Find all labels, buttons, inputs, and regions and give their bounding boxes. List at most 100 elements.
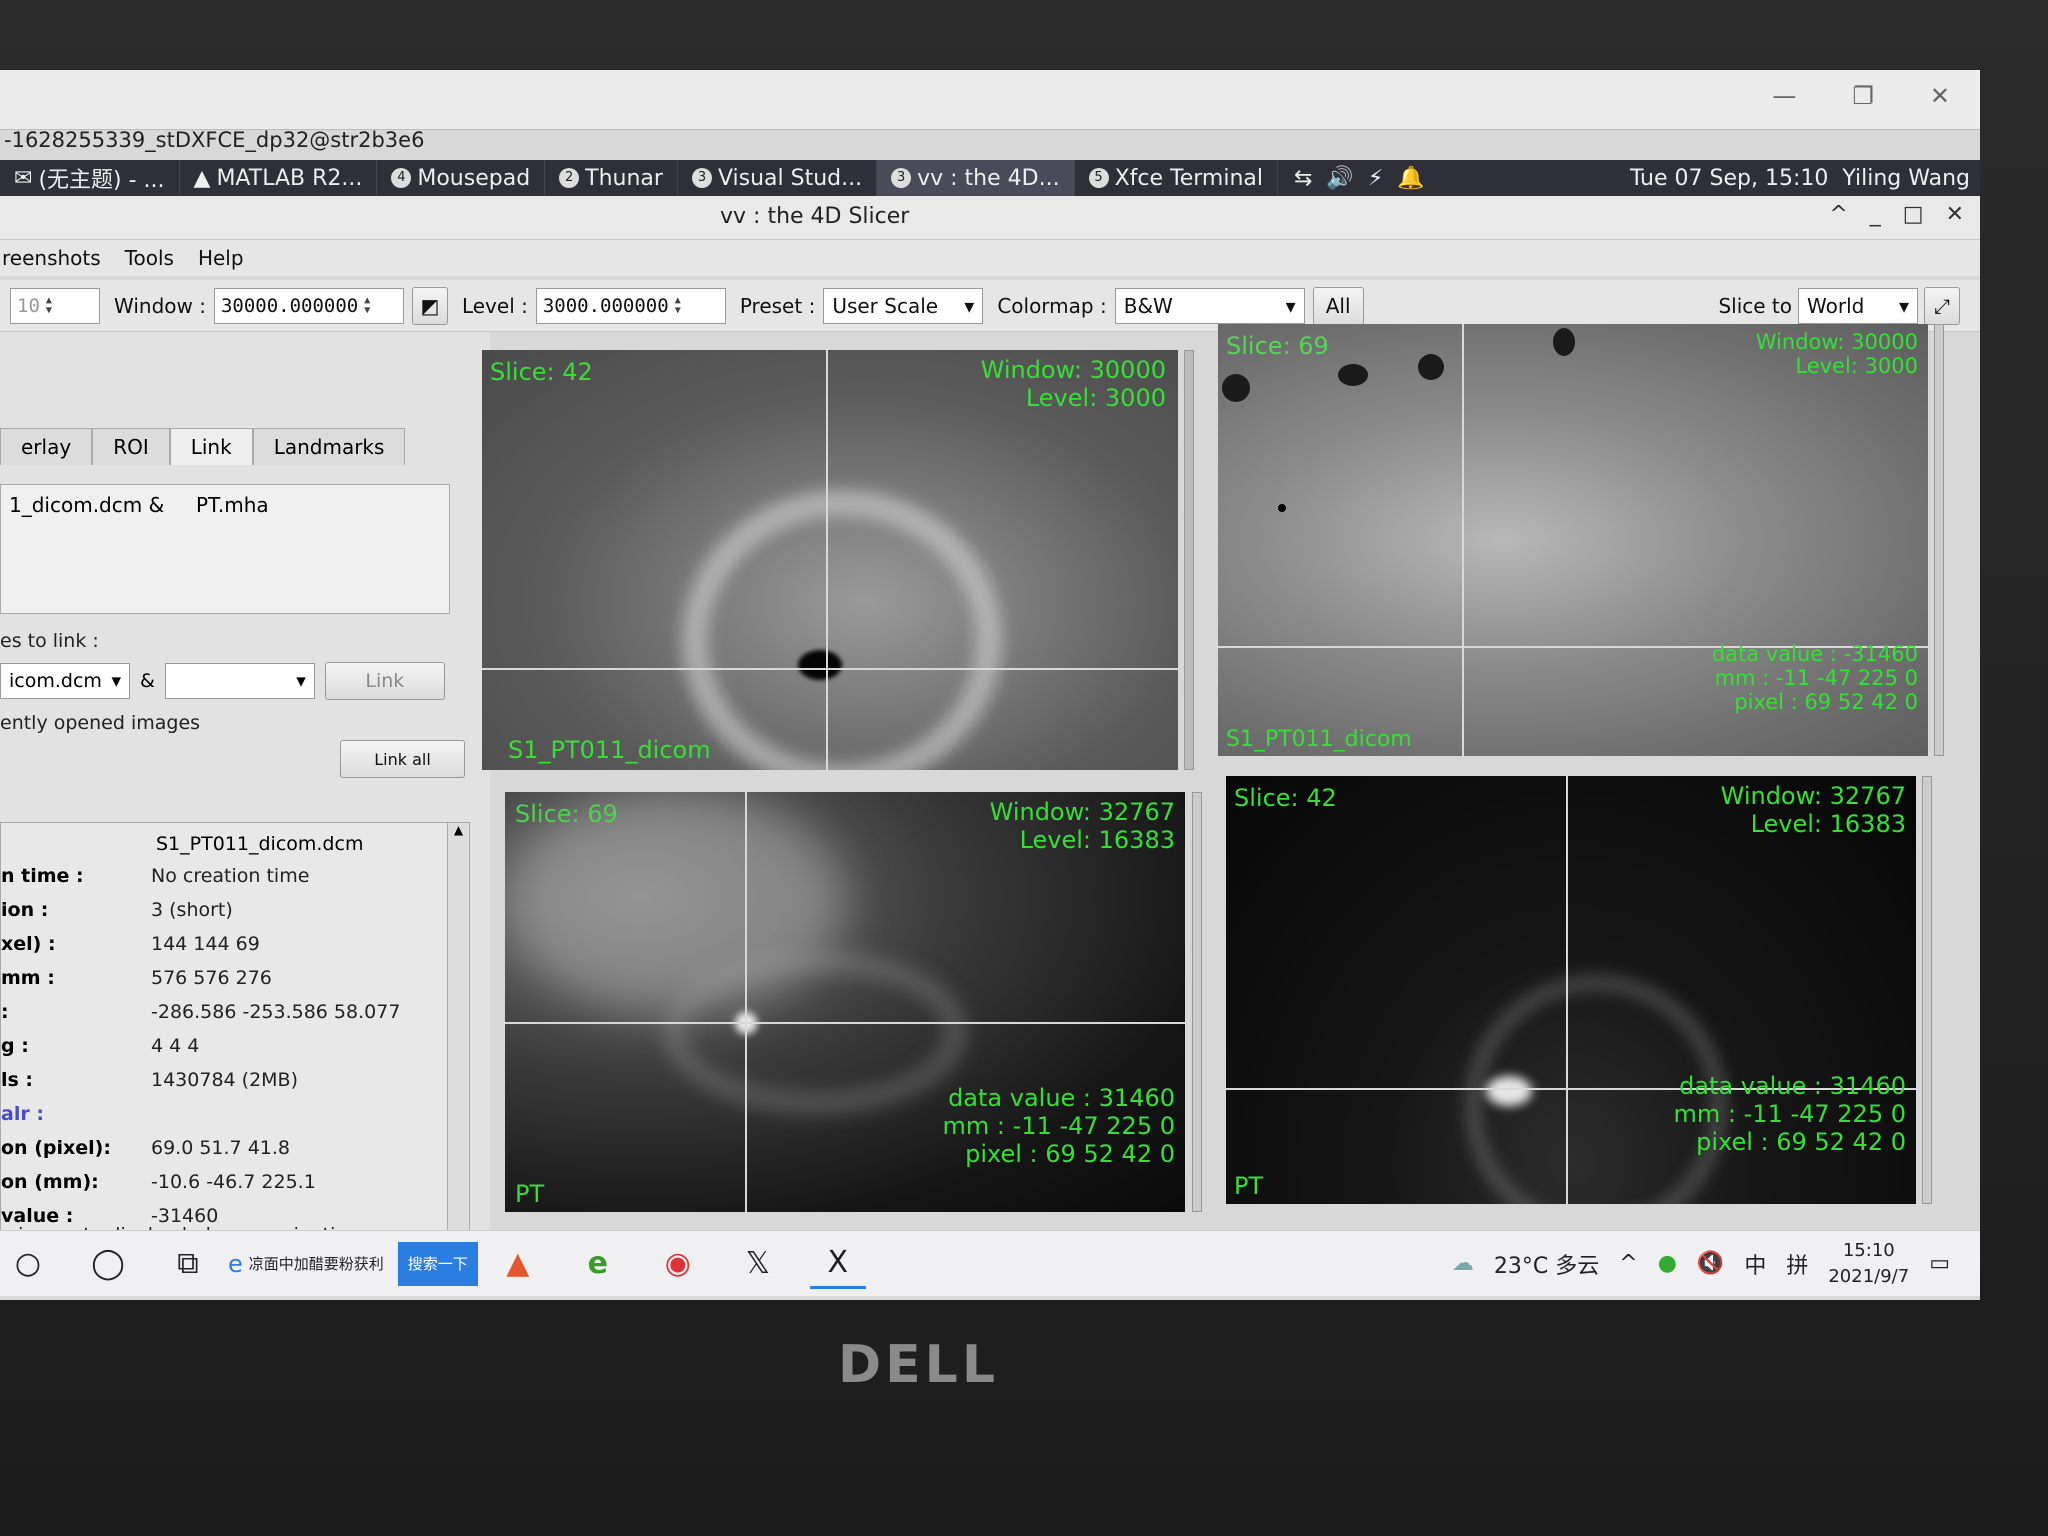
task-vv[interactable]: 3 vv : the 4D... bbox=[877, 160, 1075, 196]
app-tray-icon[interactable]: ● bbox=[1658, 1251, 1677, 1276]
weather-text[interactable]: 23°C 多云 bbox=[1494, 1248, 1599, 1280]
viewer-bottom-right[interactable]: Slice: 42 Window: 32767 Level: 16383 dat… bbox=[1226, 776, 1916, 1204]
tab-landmarks[interactable]: Landmarks bbox=[252, 428, 406, 465]
info-value: 144 144 69 bbox=[151, 933, 260, 955]
body-outline bbox=[682, 490, 1002, 770]
chrome-icon[interactable]: ◉ bbox=[650, 1239, 706, 1289]
brand-logo: DELL bbox=[838, 1335, 999, 1395]
task-mail[interactable]: ✉ (无主题) - ... bbox=[0, 160, 180, 196]
spin-arrows-icon[interactable]: ▲ ▼ bbox=[675, 295, 681, 316]
restore-icon[interactable]: □ bbox=[1903, 202, 1924, 227]
chevron-down-icon: ▾ bbox=[1285, 293, 1296, 318]
level-spinbox[interactable]: 3000.000000 ▲ ▼ bbox=[535, 287, 726, 324]
maximize-up-icon[interactable]: ^ bbox=[1829, 202, 1847, 227]
xfce-clock[interactable]: Tue 07 Sep, 15:10 Yiling Wang bbox=[1630, 166, 1980, 191]
search-suggestion[interactable]: e 凉面中加醋要粉获利 bbox=[228, 1250, 384, 1278]
task-mousepad[interactable]: 4 Mousepad bbox=[377, 160, 546, 196]
info-scrollbar[interactable]: ▲ ▼ bbox=[447, 823, 469, 1261]
minimize-icon[interactable]: _ bbox=[1870, 202, 1881, 227]
slice-spinbox[interactable]: 10 ▲ ▼ bbox=[10, 287, 100, 324]
task-visual-studio[interactable]: 3 Visual Stud... bbox=[678, 160, 878, 196]
chevron-up-icon[interactable]: ^ bbox=[1619, 1251, 1637, 1276]
task-view-icon[interactable]: ⧉ bbox=[160, 1239, 216, 1289]
close-icon[interactable]: ✕ bbox=[1946, 202, 1964, 227]
info-row: on (pixel): 69.0 51.7 41.8 bbox=[1, 1131, 469, 1165]
window-level-label: Window: 30000 Level: 3000 bbox=[981, 356, 1166, 412]
xming-icon[interactable]: 𝕏 bbox=[730, 1239, 786, 1289]
linked-images-list[interactable]: 1_dicom.dcm & PT.mha bbox=[0, 484, 450, 614]
all-button[interactable]: All bbox=[1312, 286, 1364, 325]
info-key: g : bbox=[1, 1035, 29, 1057]
slice-slider-top-left[interactable] bbox=[1184, 350, 1194, 770]
power-icon[interactable]: ⚡ bbox=[1368, 166, 1383, 191]
preset-value: User Scale bbox=[832, 293, 939, 318]
spin-arrows-icon[interactable]: ▲ ▼ bbox=[364, 295, 370, 316]
slice-slider-bottom-right[interactable] bbox=[1922, 776, 1932, 1204]
slice-label: Slice: 69 bbox=[1226, 332, 1329, 360]
task-terminal[interactable]: 5 Xfce Terminal bbox=[1075, 160, 1278, 196]
ime-indicator[interactable]: 中 bbox=[1744, 1248, 1766, 1280]
task-matlab[interactable]: ▲ MATLAB R2... bbox=[180, 160, 378, 196]
level-readout: Level: 16383 bbox=[1019, 826, 1175, 854]
user-name: Yiling Wang bbox=[1842, 165, 1970, 191]
task-thunar[interactable]: 2 Thunar bbox=[545, 160, 678, 196]
level-label: Level : bbox=[461, 293, 528, 318]
link-button[interactable]: Link bbox=[324, 662, 445, 700]
link-image-b-select[interactable]: ▾ bbox=[164, 663, 315, 699]
window-readout: Window: 30000 bbox=[1755, 330, 1918, 354]
info-value: 69.0 51.7 41.8 bbox=[151, 1137, 290, 1159]
window-level-label: Window: 32767 Level: 16383 bbox=[990, 798, 1175, 854]
notification-center-icon[interactable]: ▭ bbox=[1929, 1251, 1950, 1276]
ie-icon: e bbox=[228, 1249, 243, 1278]
chevron-down-icon: ▾ bbox=[296, 670, 306, 692]
image-name-label: PT bbox=[1234, 1172, 1264, 1200]
tab-link[interactable]: Link bbox=[169, 428, 253, 465]
info-key: on (mm): bbox=[1, 1171, 99, 1193]
task-label: Mousepad bbox=[417, 165, 531, 191]
tab-overlay[interactable]: erlay bbox=[0, 428, 93, 465]
slice-slider-top-right[interactable] bbox=[1934, 324, 1944, 756]
menu-help[interactable]: Help bbox=[198, 246, 244, 270]
cortana-icon[interactable]: ◯ bbox=[80, 1239, 136, 1289]
viewer-bottom-left[interactable]: Slice: 69 Window: 32767 Level: 16383 dat… bbox=[505, 792, 1185, 1212]
close-icon[interactable]: ✕ bbox=[1930, 82, 1950, 110]
volume-icon[interactable]: 🔊 bbox=[1326, 166, 1353, 191]
viewer-top-left[interactable]: Slice: 42 Window: 30000 Level: 3000 S1_P… bbox=[482, 350, 1178, 770]
menu-screenshots[interactable]: reenshots bbox=[2, 246, 101, 270]
search-icon[interactable]: ○ bbox=[0, 1239, 56, 1289]
matlab-icon[interactable]: ▲ bbox=[490, 1239, 546, 1289]
link-all-button[interactable]: Link all bbox=[340, 740, 465, 778]
tab-roi[interactable]: ROI bbox=[92, 428, 170, 465]
remote-desktop-bar: — ❐ ✕ bbox=[0, 70, 1980, 130]
recently-opened-label: ently opened images bbox=[0, 712, 201, 734]
scroll-up-icon[interactable]: ▲ bbox=[448, 823, 469, 837]
notification-icon[interactable]: 🔔 bbox=[1397, 166, 1424, 191]
spin-arrows-icon[interactable]: ▲ ▼ bbox=[46, 295, 52, 316]
xfce-panel: ✉ (无主题) - ... ▲ MATLAB R2... 4 Mousepad 2 Th… bbox=[0, 160, 1980, 196]
slice-slider-bottom-left[interactable] bbox=[1192, 792, 1202, 1212]
restore-icon[interactable]: ❐ bbox=[1852, 82, 1874, 110]
dark-spot bbox=[1418, 354, 1444, 380]
viewer-top-right[interactable]: Slice: 69 Window: 30000 Level: 3000 data… bbox=[1218, 324, 1928, 756]
windows-taskbar: ○ ◯ ⧉ e 凉面中加醋要粉获利 搜索一下 ▲ e ◉ 𝕏 X ☁ 23°C 多… bbox=[0, 1230, 1980, 1296]
preset-select[interactable]: User Scale ▾ bbox=[823, 287, 984, 324]
slice-to-select[interactable]: World ▾ bbox=[1798, 287, 1918, 324]
x-server-icon[interactable]: X bbox=[809, 1239, 866, 1289]
link-image-a-select[interactable]: icom.dcm ▾ bbox=[0, 663, 130, 699]
search-button[interactable]: 搜索一下 bbox=[397, 1241, 478, 1286]
system-clock[interactable]: 15:10 2021/9/7 bbox=[1828, 1238, 1909, 1290]
bright-structure bbox=[665, 952, 965, 1112]
mute-icon[interactable]: 🔇 bbox=[1697, 1251, 1724, 1276]
minimize-icon[interactable]: — bbox=[1772, 82, 1796, 110]
edge-icon[interactable]: e bbox=[570, 1239, 626, 1289]
window-spinbox[interactable]: 30000.000000 ▲ ▼ bbox=[213, 287, 404, 324]
colormap-select[interactable]: B&W ▾ bbox=[1114, 287, 1305, 324]
mm-readout: mm : -11 -47 225 0 bbox=[1673, 1100, 1906, 1128]
network-icon[interactable]: ⇆ bbox=[1294, 166, 1312, 191]
linked-pair[interactable]: 1_dicom.dcm & PT.mha bbox=[9, 493, 269, 517]
auto-window-button[interactable]: ◩ bbox=[411, 286, 448, 325]
screen: — ❐ ✕ -1628255339_stDXFCE_dp32@str2b3e6 … bbox=[0, 70, 1980, 1300]
view-options-button[interactable]: ⤢ bbox=[1924, 286, 1960, 325]
ime-mode-indicator[interactable]: 拼 bbox=[1786, 1248, 1808, 1280]
menu-tools[interactable]: Tools bbox=[125, 246, 174, 270]
